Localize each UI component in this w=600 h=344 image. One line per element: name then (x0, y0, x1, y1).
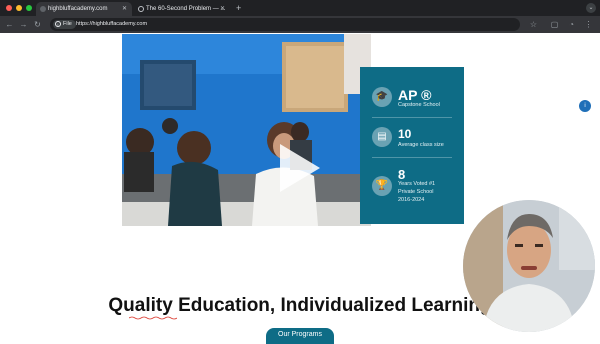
site-favicon-icon (40, 6, 46, 12)
tab-label: The 60-Second Problem — ... (146, 6, 226, 12)
stat-label: Capstone School (398, 102, 440, 108)
play-icon[interactable] (276, 140, 324, 196)
site-info-label: File (63, 21, 72, 27)
reload-icon[interactable]: ↻ (32, 19, 43, 30)
divider (372, 157, 452, 158)
tab-active[interactable]: highbluffacademy.com ✕ (36, 2, 132, 16)
section-heading: Quality Education, Individualized Learni… (108, 295, 492, 316)
url-text[interactable]: https://highbluffacademy.com (76, 18, 147, 31)
divider (372, 117, 452, 118)
close-window-button[interactable] (6, 5, 12, 11)
stat-label-line: Years Voted #1 (398, 181, 436, 187)
address-bar[interactable]: i File https://highbluffacademy.com (50, 18, 520, 31)
stat-label-line: Private School (398, 189, 434, 195)
students-in-classroom-image (122, 34, 371, 226)
tab-label: highbluffacademy.com (48, 6, 108, 12)
side-info-button[interactable]: i (579, 100, 591, 112)
back-arrow-icon[interactable]: ← (4, 19, 15, 30)
stat-label-line: 2016-2024 (398, 197, 425, 203)
hero-video[interactable] (122, 34, 371, 226)
stat-value: 8 (398, 167, 406, 182)
close-icon[interactable]: ✕ (220, 2, 225, 16)
spellcheck-underline (129, 316, 177, 320)
browser-chrome: highbluffacademy.com ✕ The 60-Second Pro… (0, 0, 600, 33)
maximize-window-button[interactable] (26, 5, 32, 11)
forward-arrow-icon[interactable]: → (18, 19, 29, 30)
stat-value: AP ® (398, 87, 432, 103)
stat-value: 10 (398, 127, 412, 141)
graduation-icon: 🎓 (372, 87, 392, 107)
trophy-icon: 🏆 (372, 176, 392, 196)
presenter-webcam (463, 200, 595, 332)
presenter-avatar (463, 200, 595, 332)
browser-toolbar: ← → ↻ i File https://highbluffacademy.co… (0, 16, 600, 33)
close-icon[interactable]: ✕ (122, 2, 127, 16)
tab-inactive[interactable]: The 60-Second Problem — ... ✕ (134, 2, 230, 16)
stat-label: Average class size (398, 142, 444, 148)
site-info-chip[interactable]: i File (53, 20, 76, 29)
our-programs-button[interactable]: Our Programs (266, 328, 334, 344)
bookmark-star-icon[interactable]: ☆ (528, 19, 539, 30)
minimize-window-button[interactable] (16, 5, 22, 11)
tab-strip: highbluffacademy.com ✕ The 60-Second Pro… (0, 0, 600, 16)
tab-search-chevron-down-icon[interactable]: ⌄ (586, 3, 596, 13)
menu-icon[interactable]: ⋮ (583, 19, 594, 30)
info-icon: i (55, 21, 61, 27)
extensions-icon[interactable]: ▢ (549, 19, 560, 30)
stats-panel: 🎓 AP ® Capstone School ▤ 10 Average clas… (360, 67, 464, 224)
globe-icon (138, 6, 144, 12)
profile-icon[interactable]: ◔ (566, 19, 577, 30)
classroom-icon: ▤ (372, 127, 392, 147)
new-tab-button[interactable]: + (236, 2, 241, 14)
